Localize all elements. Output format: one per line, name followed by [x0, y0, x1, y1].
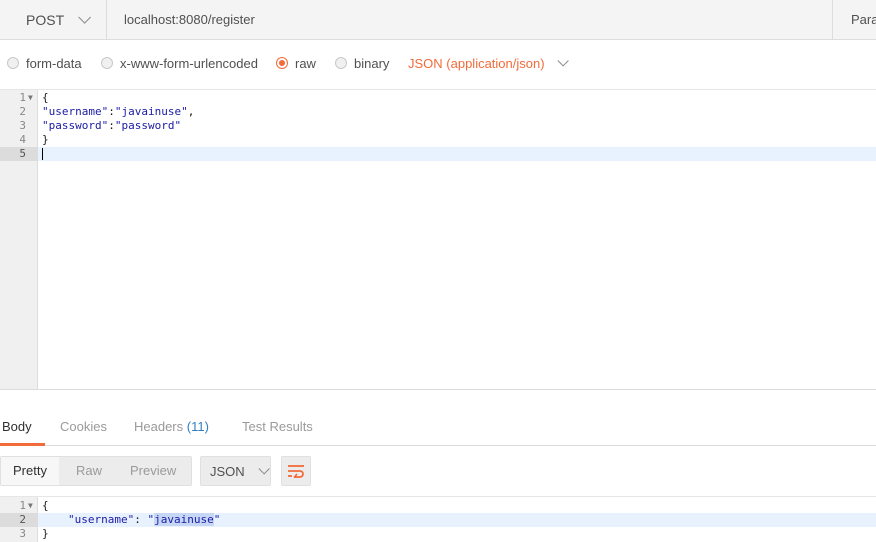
- code-line: 4 }: [0, 133, 876, 147]
- radio-icon[interactable]: [335, 57, 347, 69]
- body-type-options: form-data x-www-form-urlencoded raw bina…: [0, 48, 876, 78]
- form-data-label: form-data: [26, 55, 82, 71]
- radio-icon[interactable]: [101, 57, 113, 69]
- code-line: 2 "username":"javainuse",: [0, 105, 876, 119]
- url-input[interactable]: localhost:8080/register: [124, 0, 255, 39]
- content-type-label: JSON (application/json): [408, 55, 545, 71]
- response-body-viewer[interactable]: 1 ▼ { 2 "username": "javainuse" 3 }: [0, 496, 876, 542]
- fold-arrow-icon[interactable]: ▼: [28, 91, 33, 105]
- json-comma: ,: [187, 105, 195, 118]
- binary-option[interactable]: binary: [335, 48, 389, 78]
- json-separator: :: [108, 119, 115, 132]
- json-key: "password": [42, 119, 109, 132]
- json-separator: :: [134, 513, 148, 526]
- line-number: 3: [19, 119, 26, 132]
- line-number: 5: [0, 147, 38, 161]
- code-text: "username": "javainuse": [68, 513, 220, 527]
- line-number: 1: [19, 91, 26, 104]
- headers-count-badge: (11): [186, 419, 209, 434]
- code-text: "password":"password": [42, 119, 181, 133]
- format-dropdown[interactable]: JSON: [200, 456, 271, 486]
- active-code-line: 2 "username": "javainuse": [0, 513, 876, 527]
- chevron-down-icon: [258, 463, 270, 475]
- method-label: POST: [26, 11, 65, 28]
- preview-button[interactable]: Preview: [130, 457, 176, 485]
- line-number: 1: [19, 499, 26, 512]
- form-data-option[interactable]: form-data: [7, 48, 82, 78]
- code-text: {: [42, 499, 49, 512]
- code-line: 1 ▼ {: [0, 499, 876, 513]
- json-key: "username": [42, 105, 109, 118]
- chevron-down-icon: [78, 11, 92, 24]
- response-tabs: Body Cookies Headers (11) Test Results: [0, 404, 876, 446]
- url-bar: POST localhost:8080/register Params: [0, 0, 876, 40]
- tab-cookies[interactable]: Cookies: [60, 404, 107, 446]
- raw-option[interactable]: raw: [276, 48, 316, 78]
- response-toolbar: Pretty Raw Preview JSON: [0, 456, 876, 486]
- code-line: 3 }: [0, 527, 876, 541]
- tab-body[interactable]: Body: [0, 404, 45, 446]
- request-body-editor[interactable]: 1 ▼ { 2 "username":"javainuse", 3 "passw…: [0, 89, 876, 390]
- raw-button[interactable]: Raw: [76, 457, 102, 485]
- radio-icon[interactable]: [7, 57, 19, 69]
- format-label: JSON: [210, 463, 245, 479]
- code-text: }: [42, 527, 49, 540]
- raw-label: raw: [295, 55, 316, 71]
- code-line: 1 ▼ {: [0, 91, 876, 105]
- params-button[interactable]: Params: [832, 0, 876, 39]
- tab-headers-label: Headers: [134, 419, 184, 434]
- wrap-lines-button[interactable]: [281, 456, 311, 486]
- active-code-line: 5: [0, 147, 876, 161]
- line-number: 4: [19, 133, 26, 146]
- method-dropdown[interactable]: POST: [0, 0, 107, 39]
- fold-arrow-icon[interactable]: ▼: [28, 499, 33, 513]
- content-type-dropdown[interactable]: JSON (application/json): [408, 48, 569, 78]
- code-line: 3 "password":"password": [0, 119, 876, 133]
- code-text: }: [42, 133, 49, 146]
- line-number: 3: [19, 527, 26, 540]
- tab-test-results[interactable]: Test Results: [242, 404, 313, 446]
- binary-label: binary: [354, 55, 390, 71]
- json-separator: :: [108, 105, 115, 118]
- json-key: "username": [68, 513, 135, 526]
- code-text: "username":"javainuse",: [42, 105, 194, 119]
- json-value: "password": [114, 119, 182, 132]
- json-value-selected: javainuse: [154, 513, 214, 526]
- line-number: 2: [0, 513, 38, 527]
- line-number: 2: [19, 105, 26, 118]
- pretty-button[interactable]: Pretty: [1, 457, 59, 485]
- code-text: {: [42, 91, 49, 104]
- urlencoded-label: x-www-form-urlencoded: [120, 55, 258, 71]
- wrap-lines-icon: [288, 465, 304, 478]
- json-value: "javainuse": [114, 105, 188, 118]
- urlencoded-option[interactable]: x-www-form-urlencoded: [101, 48, 258, 78]
- radio-checked-icon[interactable]: [276, 57, 288, 69]
- chevron-down-icon: [557, 55, 569, 67]
- tab-headers[interactable]: Headers (11): [134, 404, 209, 446]
- view-mode-group: Pretty Raw Preview: [0, 456, 192, 486]
- text-cursor: [42, 148, 43, 160]
- json-quote: ": [213, 513, 221, 526]
